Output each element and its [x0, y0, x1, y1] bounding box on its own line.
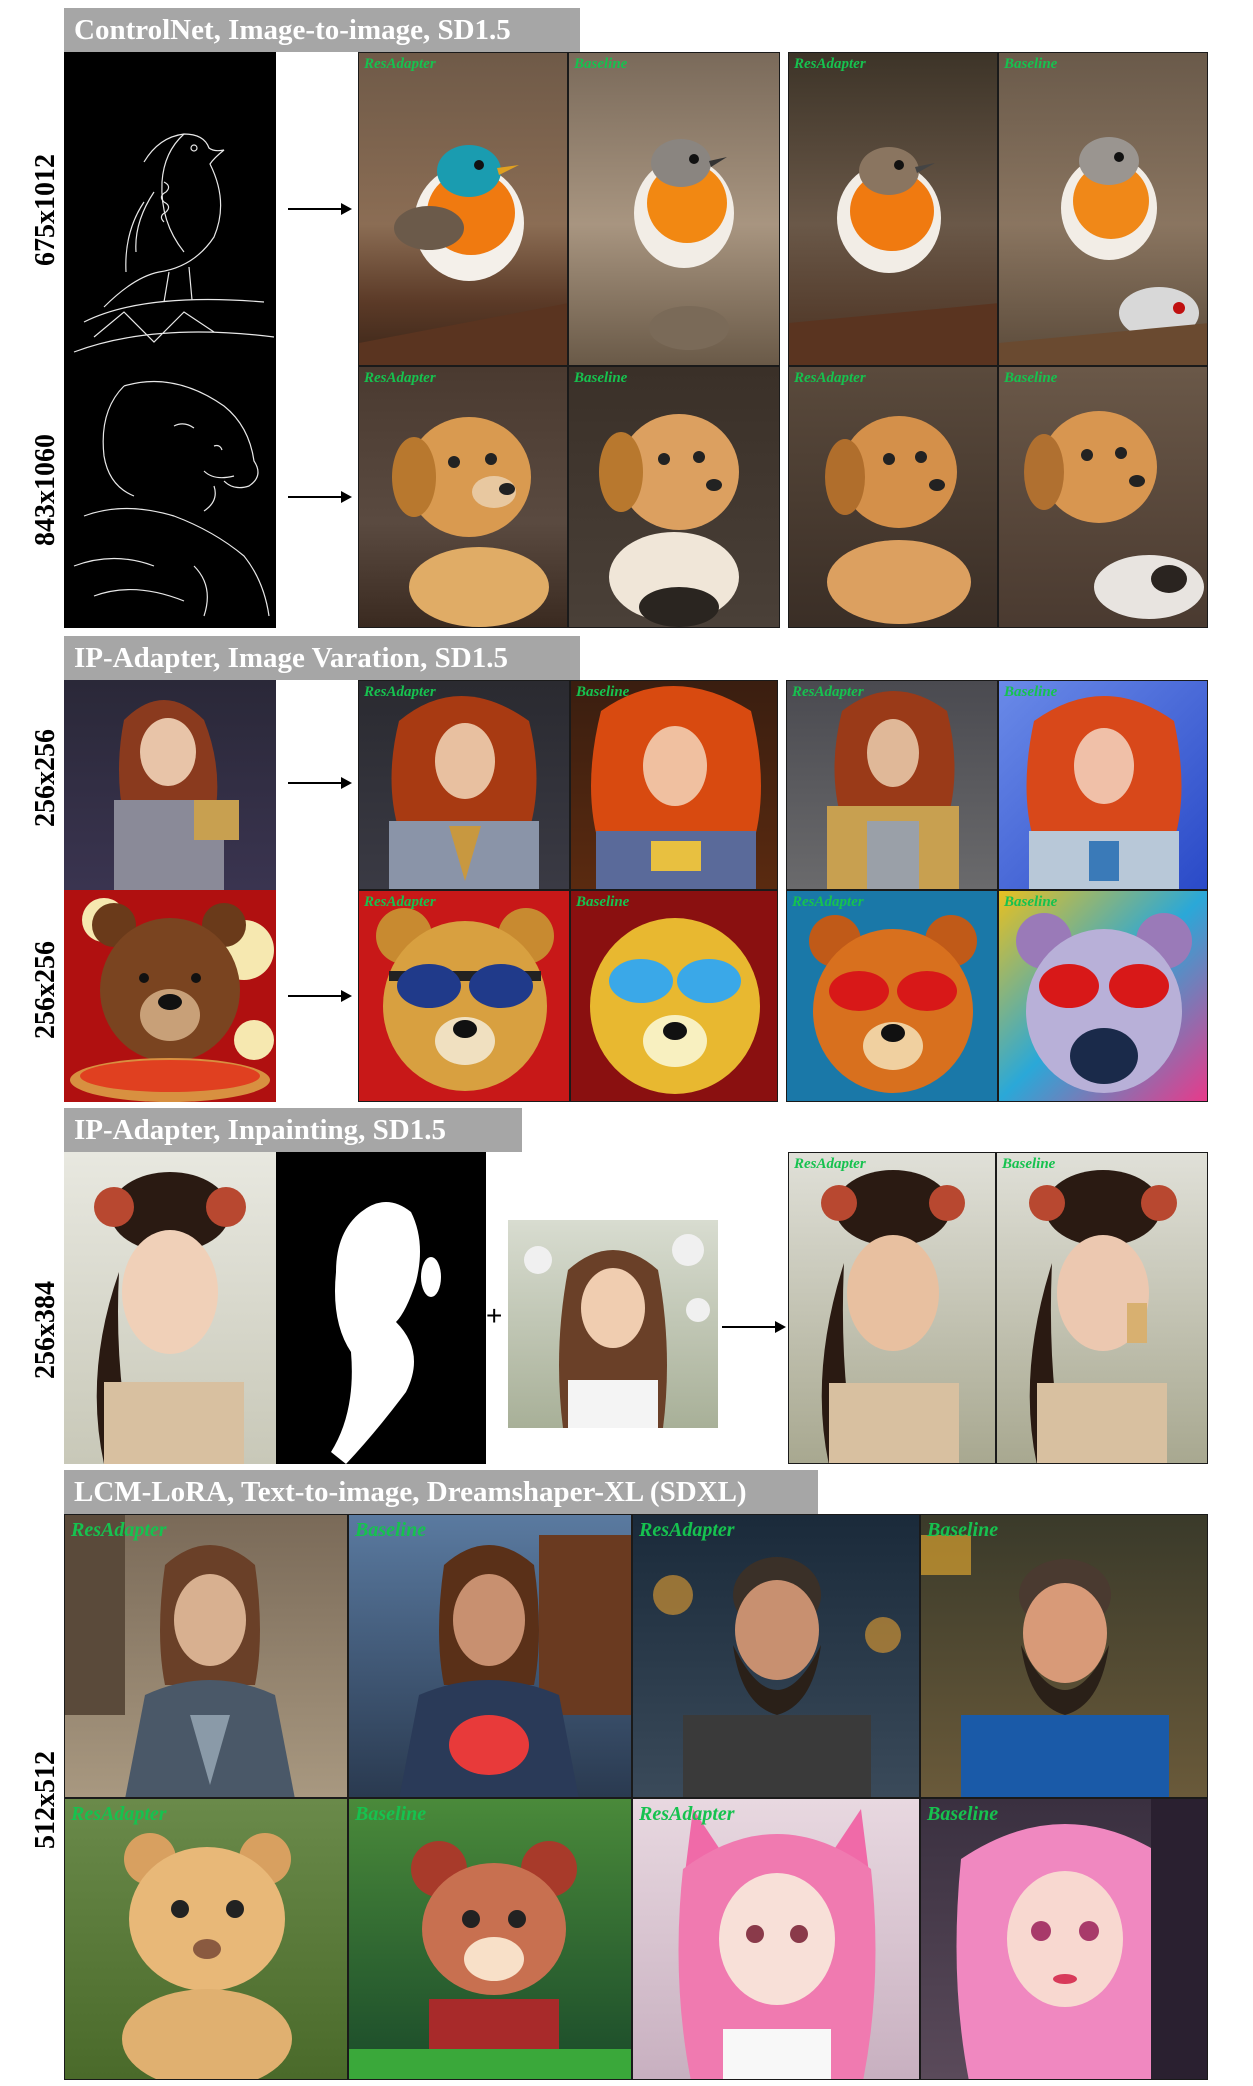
tag-resadapter: ResAdapter: [364, 56, 436, 72]
lcm-anime-girl-resadapter: ResAdapter: [632, 1798, 920, 2080]
knight-resadapter-1: ResAdapter: [358, 680, 570, 890]
bear-resadapter-1: ResAdapter: [358, 890, 570, 1102]
tag-baseline: Baseline: [355, 1803, 427, 1825]
row-label-variation-1: 256x256: [30, 729, 61, 827]
lcm-armor-woman-resadapter: ResAdapter: [64, 1514, 348, 1798]
row-label-lcm-lora: 512x512: [30, 1751, 61, 1849]
bear-resadapter-2: ResAdapter: [786, 890, 998, 1102]
tag-baseline: Baseline: [1004, 684, 1058, 700]
tag-baseline: Baseline: [1002, 1156, 1056, 1172]
section-title-ipadapter-variation: IP-Adapter, Image Varation, SD1.5: [64, 636, 580, 680]
tag-baseline: Baseline: [1004, 56, 1058, 72]
tag-baseline: Baseline: [927, 1519, 999, 1541]
bear-baseline-2: Baseline: [998, 890, 1208, 1102]
tag-resadapter: ResAdapter: [364, 894, 436, 910]
lcm-bearded-man-resadapter: ResAdapter: [632, 1514, 920, 1798]
section-title-ipadapter-inpainting: IP-Adapter, Inpainting, SD1.5: [64, 1108, 522, 1152]
tag-resadapter: ResAdapter: [364, 684, 436, 700]
edge-map-puppy: [64, 366, 276, 628]
arrow-variation-2: [288, 990, 352, 1002]
tag-baseline: Baseline: [1004, 370, 1058, 386]
input-knight-woman: [64, 680, 276, 890]
tag-baseline: Baseline: [574, 370, 628, 386]
section-title-controlnet: ControlNet, Image-to-image, SD1.5: [64, 8, 580, 52]
tag-resadapter: ResAdapter: [794, 370, 866, 386]
row-label-controlnet-1: 675x1012: [30, 154, 61, 266]
tag-resadapter: ResAdapter: [71, 1803, 167, 1825]
inpaint-resadapter: ResAdapter: [788, 1152, 996, 1464]
section-title-lcm-lora: LCM-LoRA, Text-to-image, Dreamshaper-XL …: [64, 1470, 818, 1514]
tag-resadapter: ResAdapter: [794, 1156, 866, 1172]
lcm-bearded-man-baseline: Baseline: [920, 1514, 1208, 1798]
tag-resadapter: ResAdapter: [639, 1519, 735, 1541]
inpaint-baseline: Baseline: [996, 1152, 1208, 1464]
tag-baseline: Baseline: [576, 894, 630, 910]
input-bear-pizza: [64, 890, 276, 1102]
tag-baseline: Baseline: [576, 684, 630, 700]
tag-baseline: Baseline: [1004, 894, 1058, 910]
plus-sign: +: [486, 1300, 503, 1331]
tag-baseline: Baseline: [574, 56, 628, 72]
arrow-variation-1: [288, 777, 352, 789]
tag-baseline: Baseline: [355, 1519, 427, 1541]
bird-baseline-2: Baseline: [998, 52, 1208, 366]
inpaint-reference-face: [508, 1220, 718, 1428]
inpaint-mask: [276, 1152, 486, 1464]
knight-baseline-1: Baseline: [570, 680, 778, 890]
tag-resadapter: ResAdapter: [794, 56, 866, 72]
tag-baseline: Baseline: [927, 1803, 999, 1825]
arrow-controlnet-2: [288, 491, 352, 503]
inpaint-source-image: [64, 1152, 276, 1464]
lcm-lion-cub-baseline: Baseline: [348, 1798, 632, 2080]
arrow-inpainting: [722, 1321, 786, 1333]
bird-baseline-1: Baseline: [568, 52, 780, 366]
puppy-baseline-2: Baseline: [998, 366, 1208, 628]
puppy-baseline-1: Baseline: [568, 366, 780, 628]
lcm-armor-woman-baseline: Baseline: [348, 1514, 632, 1798]
knight-baseline-2: Baseline: [998, 680, 1208, 890]
arrow-controlnet-1: [288, 203, 352, 215]
tag-resadapter: ResAdapter: [639, 1803, 735, 1825]
bear-baseline-1: Baseline: [570, 890, 778, 1102]
tag-resadapter: ResAdapter: [792, 894, 864, 910]
lcm-lion-cub-resadapter: ResAdapter: [64, 1798, 348, 2080]
row-label-controlnet-2: 843x1060: [30, 434, 61, 546]
lcm-anime-girl-baseline: Baseline: [920, 1798, 1208, 2080]
bird-resadapter-2: ResAdapter: [788, 52, 998, 366]
puppy-resadapter-1: ResAdapter: [358, 366, 568, 628]
knight-resadapter-2: ResAdapter: [786, 680, 998, 890]
tag-resadapter: ResAdapter: [364, 370, 436, 386]
puppy-resadapter-2: ResAdapter: [788, 366, 998, 628]
bird-resadapter-1: ResAdapter: [358, 52, 568, 366]
tag-resadapter: ResAdapter: [71, 1519, 167, 1541]
edge-map-bird: [64, 52, 276, 366]
row-label-variation-2: 256x256: [30, 941, 61, 1039]
tag-resadapter: ResAdapter: [792, 684, 864, 700]
row-label-inpainting: 256x384: [30, 1281, 61, 1379]
